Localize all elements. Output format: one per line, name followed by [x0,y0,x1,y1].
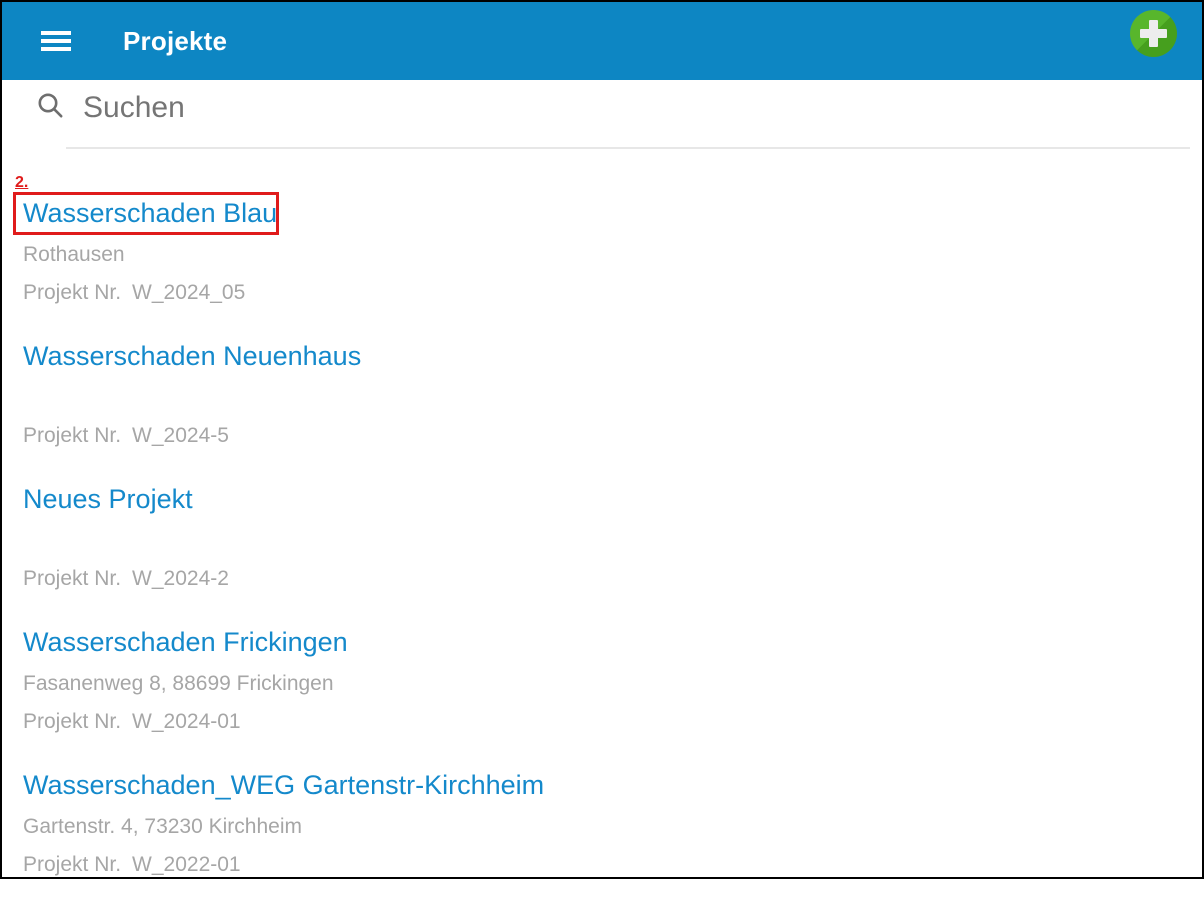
project-number-value: W_2024-01 [132,710,241,733]
project-number: Projekt Nr. W_2024-5 [23,423,1182,449]
project-number-label: Projekt Nr. [23,853,121,876]
search-bar [2,80,1202,154]
search-input[interactable] [83,86,1183,130]
app-header: Projekte [2,2,1202,80]
project-address: Fasanenweg 8, 88699 Frickingen [23,671,1182,697]
list-item[interactable]: 2. Wasserschaden Blau Rothausen Projekt … [23,196,1182,339]
project-number-label: Projekt Nr. [23,710,121,733]
project-number: Projekt Nr. W_2024_05 [23,280,1182,306]
hamburger-bar [41,39,71,43]
list-item[interactable]: Wasserschaden Neuenhaus Projekt Nr. W_202… [23,339,1182,482]
project-title-link[interactable]: Wasserschaden Neuenhaus [23,339,361,373]
list-item[interactable]: Wasserschaden_WEG Gartenstr-Kirchheim Ga… [23,768,1182,911]
project-number-label: Projekt Nr. [23,567,121,590]
hamburger-bar [41,31,71,35]
project-number: Projekt Nr. W_2022-01 [23,852,1182,878]
search-icon [37,92,64,119]
project-address [23,528,1182,554]
project-address [23,385,1182,411]
search-underline [66,147,1190,149]
app-window: { "header": { "title": "Projekte", "menu… [0,0,1204,879]
project-number-label: Projekt Nr. [23,281,121,304]
project-number-value: W_2024-2 [132,567,229,590]
annotation-step-label: 2. [15,174,28,192]
add-project-button[interactable] [1130,10,1177,57]
project-address: Gartenstr. 4, 73230 Kirchheim [23,814,1182,840]
project-title-link[interactable]: Wasserschaden_WEG Gartenstr-Kirchheim [23,768,544,802]
project-title-link[interactable]: Wasserschaden Blau [23,196,277,230]
page-title: Projekte [123,26,227,57]
project-number-label: Projekt Nr. [23,424,121,447]
list-item[interactable]: Wasserschaden Frickingen Fasanenweg 8, 8… [23,625,1182,768]
project-number-value: W_2024_05 [132,281,245,304]
list-item[interactable]: Neues Projekt Projekt Nr. W_2024-2 [23,482,1182,625]
project-number-value: W_2024-5 [132,424,229,447]
project-number: Projekt Nr. W_2024-2 [23,566,1182,592]
project-number-value: W_2022-01 [132,853,241,876]
plus-icon [1149,20,1158,47]
project-number: Projekt Nr. W_2024-01 [23,709,1182,735]
project-list: 2. Wasserschaden Blau Rothausen Projekt … [2,154,1202,911]
project-title-link[interactable]: Wasserschaden Frickingen [23,625,348,659]
hamburger-bar [41,47,71,51]
project-title-link[interactable]: Neues Projekt [23,482,193,516]
menu-hamburger-icon[interactable] [41,31,71,51]
project-address: Rothausen [23,242,1182,268]
